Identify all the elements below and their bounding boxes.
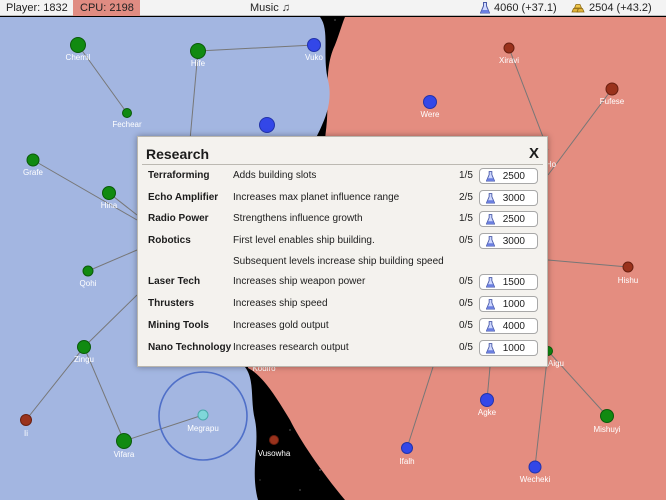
research-level: 0/5 [459,276,473,287]
flask-icon [486,321,495,332]
cpu-score: CPU: 2198 [73,0,140,16]
planet-label: Wecheki [520,475,551,484]
research-buy-button[interactable]: 1000 [479,340,538,356]
planet-label: Ifalh [399,457,414,466]
music-toggle[interactable]: Music ♫ [250,0,290,16]
research-cost: 3000 [502,193,525,204]
research-level: 1/5 [459,213,473,224]
planet-label: Were [421,110,441,119]
research-name: Thrusters [148,298,195,309]
research-description: Increases research output [233,342,349,353]
research-buy-button[interactable]: 1500 [479,274,538,290]
planet-label: Zingu [74,355,94,364]
planet-label: Qohi [80,279,97,288]
planet-label: Vusowha [258,449,291,458]
flask-icon [486,343,495,354]
science-amount: 4060 (+37.1) [494,2,557,14]
flask-icon [486,277,495,288]
planet-label: Vuko [305,53,323,62]
top-status-bar: Player: 1832 CPU: 2198 Music ♫ 4060 (+37… [0,0,666,16]
planet-label: Grafe [23,168,44,177]
research-name: Laser Tech [148,276,201,287]
research-buy-button[interactable]: 2500 [479,211,538,227]
flask-icon [486,193,495,204]
research-description: Strengthens influence growth [233,213,363,224]
research-buy-button[interactable]: 1000 [479,296,538,312]
science-resource: 4060 (+37.1) [480,0,557,16]
planet-label: Hife [191,59,206,68]
research-cost: 2500 [502,214,525,225]
flask-icon [486,214,495,225]
research-name: Mining Tools [148,320,209,331]
research-name: Nano Technology [148,342,232,353]
research-row-thrusters: Thrusters Increases ship speed 0/5 1000 [148,295,539,315]
research-row-nano-technology: Nano Technology Increases research outpu… [148,339,539,359]
research-row-terraforming: Terraforming Adds building slots 1/5 250… [148,167,539,187]
research-cost: 2500 [502,171,525,182]
planet-unlabeled-blue[interactable] [259,117,275,133]
gold-resource: 2504 (+43.2) [571,0,652,16]
research-cost: 3000 [502,236,525,247]
research-row-laser-tech: Laser Tech Increases ship weapon power 0… [148,273,539,293]
flask-icon [486,171,495,182]
player-score: Player: 1832 [6,2,68,14]
planet-label: Fechear [112,120,142,129]
research-level: 0/5 [459,320,473,331]
gold-amount: 2504 (+43.2) [589,2,652,14]
research-buy-button[interactable]: 2500 [479,168,538,184]
research-description-line2: Subsequent levels increase ship building… [233,256,444,267]
flask-icon [486,236,495,247]
research-buy-button[interactable]: 3000 [479,190,538,206]
research-description: Increases max planet influence range [233,192,400,203]
research-buy-button[interactable]: 3000 [479,233,538,249]
close-button[interactable]: X [529,145,539,162]
planet-label: Vifara [114,450,135,459]
flask-icon [480,2,490,14]
research-row-robotics: Robotics First level enables ship buildi… [148,232,539,252]
research-cost: 1500 [502,277,525,288]
dialog-title: Research [146,146,210,162]
research-level: 2/5 [459,192,473,203]
divider [142,164,543,165]
planet-label: Aigu [548,359,564,368]
research-name: Echo Amplifier [148,192,219,203]
planet-label: Hina [101,201,118,210]
flask-icon [486,299,495,310]
planet-label: Agke [478,408,497,417]
research-level: 0/5 [459,235,473,246]
research-name: Radio Power [148,213,209,224]
planet-label: Hishu [618,276,638,285]
research-row-echo-amplifier: Echo Amplifier Increases max planet infl… [148,189,539,209]
research-cost: 1000 [502,343,525,354]
research-row-mining-tools: Mining Tools Increases gold output 0/5 4… [148,317,539,337]
research-name: Terraforming [148,170,210,181]
research-dialog: Research X Terraforming Adds building sl… [137,136,548,367]
research-description: Increases gold output [233,320,329,331]
research-description: First level enables ship building. [233,235,375,246]
research-cost: 1000 [502,299,525,310]
research-cost: 4000 [502,321,525,332]
planet-label: Megrapu [187,424,219,433]
planet-label: Ii [24,429,28,438]
planet-label: Xiravi [499,56,519,65]
research-level: 0/5 [459,298,473,309]
research-row-radio-power: Radio Power Strengthens influence growth… [148,210,539,230]
planet-label: Fufese [600,97,625,106]
research-description: Adds building slots [233,170,317,181]
planet-hife[interactable]: Hife [190,43,206,69]
research-row-robotics-line2: Subsequent levels increase ship building… [148,253,539,273]
research-level: 1/5 [459,170,473,181]
research-name: Robotics [148,235,191,246]
research-buy-button[interactable]: 4000 [479,318,538,334]
gold-bars-icon [571,4,585,13]
planet-label: Chemil [66,53,91,62]
planet-label: Mishuyi [593,425,620,434]
research-description: Increases ship weapon power [233,276,366,287]
research-description: Increases ship speed [233,298,328,309]
research-level: 0/5 [459,342,473,353]
